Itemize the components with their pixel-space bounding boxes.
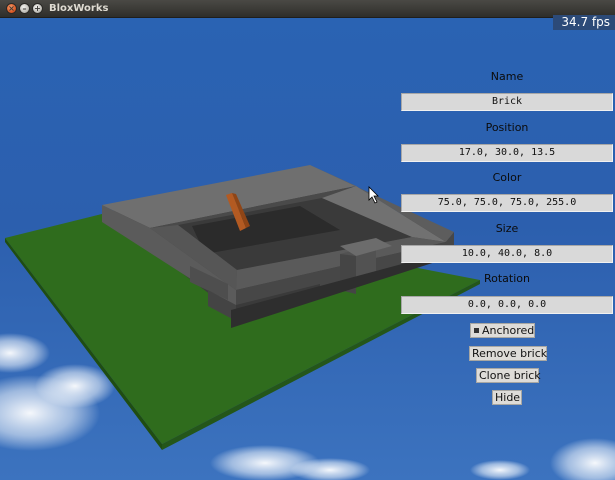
anchored-label: Anchored <box>482 324 535 337</box>
anchored-checkbox[interactable]: Anchored <box>470 323 535 338</box>
hide-button[interactable]: Hide <box>492 390 522 405</box>
close-icon[interactable]: × <box>6 3 17 14</box>
size-label: Size <box>495 222 519 235</box>
window-title: BloxWorks <box>49 3 109 14</box>
color-field[interactable]: 75.0, 75.0, 75.0, 255.0 <box>401 194 613 212</box>
size-field[interactable]: 10.0, 40.0, 8.0 <box>401 245 613 263</box>
name-field[interactable]: Brick <box>401 93 613 111</box>
rotation-label: Rotation <box>483 272 530 285</box>
maximize-icon[interactable]: + <box>32 3 43 14</box>
checkbox-check-icon <box>474 328 479 333</box>
position-label: Position <box>485 121 529 134</box>
minimize-icon[interactable]: – <box>19 3 30 14</box>
clone-brick-button[interactable]: Clone brick <box>476 368 541 383</box>
rotation-field[interactable]: 0.0, 0.0, 0.0 <box>401 296 613 314</box>
fps-counter: 34.7 fps <box>553 15 615 30</box>
name-label: Name <box>490 70 524 83</box>
color-label: Color <box>492 171 522 184</box>
position-field[interactable]: 17.0, 30.0, 13.5 <box>401 144 613 162</box>
title-bar: × – + BloxWorks <box>0 0 615 18</box>
remove-brick-button[interactable]: Remove brick <box>469 346 547 361</box>
